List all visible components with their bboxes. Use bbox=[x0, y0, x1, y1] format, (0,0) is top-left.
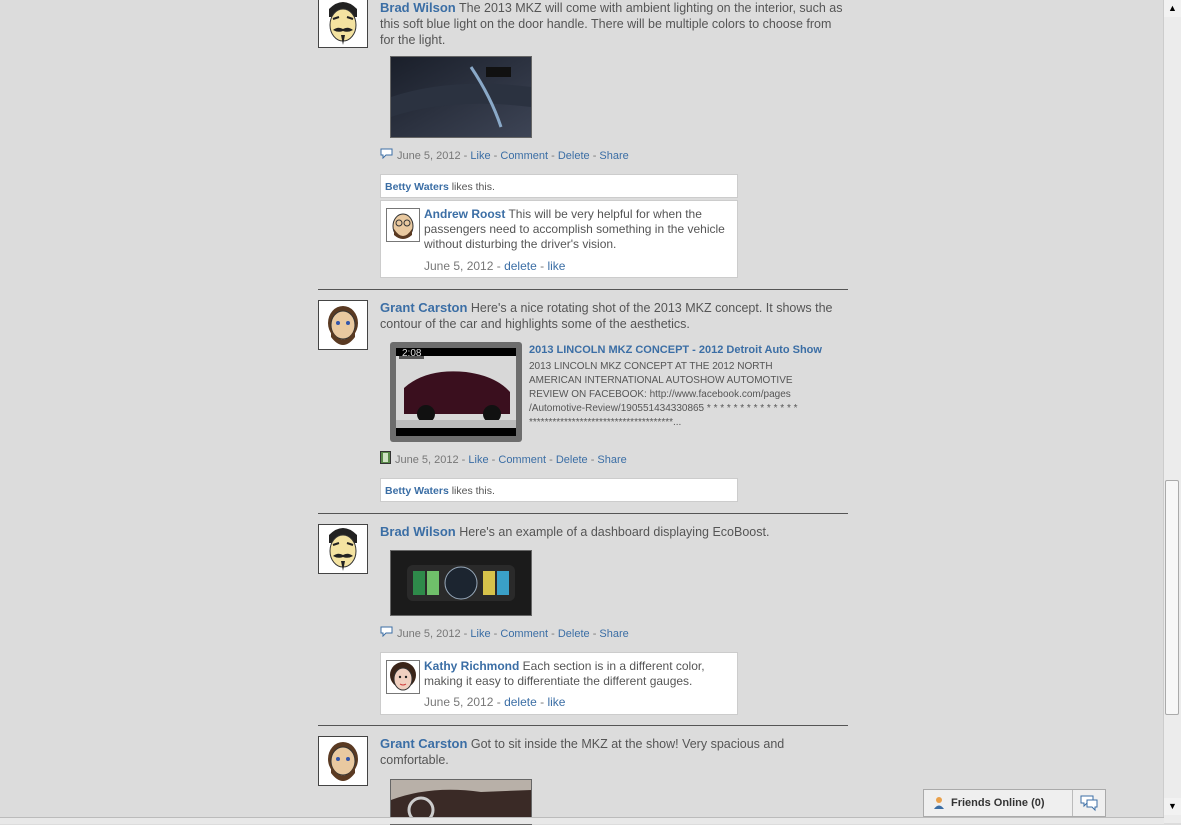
avatar-grant-carston[interactable] bbox=[318, 300, 368, 350]
post-photo-door-handle[interactable] bbox=[390, 56, 532, 138]
comment-author-link[interactable]: Andrew Roost bbox=[424, 207, 505, 221]
post-meta: June 5, 2012 - Like - Comment - Delete -… bbox=[380, 626, 629, 642]
liker-name-link[interactable]: Betty Waters bbox=[385, 181, 449, 193]
comment: Kathy Richmond Each section is in a diff… bbox=[380, 652, 738, 715]
share-link[interactable]: Share bbox=[599, 150, 628, 162]
person-icon bbox=[932, 796, 946, 813]
scroll-up-arrow-icon[interactable]: ▲ bbox=[1164, 0, 1181, 17]
likes-suffix: likes this. bbox=[448, 485, 495, 497]
like-link[interactable]: Like bbox=[470, 628, 490, 640]
avatar-brad-wilson[interactable] bbox=[318, 0, 368, 48]
comment-date: June 5, 2012 bbox=[424, 259, 494, 273]
scrollbar-thumb[interactable] bbox=[1165, 480, 1179, 715]
post-separator bbox=[318, 513, 848, 514]
film-strip-icon bbox=[380, 451, 391, 469]
comment-link[interactable]: Comment bbox=[498, 454, 546, 466]
comment-link[interactable]: Comment bbox=[500, 150, 548, 162]
friends-online-label: Friends Online (0) bbox=[951, 797, 1045, 809]
video-description: 2013 LINCOLN MKZ CONCEPT AT THE 2012 NOR… bbox=[529, 361, 798, 428]
comment-link[interactable]: Comment bbox=[500, 628, 548, 640]
post-meta: June 5, 2012 - Like - Comment - Delete -… bbox=[380, 451, 627, 467]
post-author-link[interactable]: Brad Wilson bbox=[380, 0, 456, 15]
comment: Andrew Roost This will be very helpful f… bbox=[380, 200, 738, 278]
like-link[interactable]: Like bbox=[470, 150, 490, 162]
post-separator bbox=[318, 725, 848, 726]
speech-bubble-icon bbox=[380, 626, 393, 642]
post-author-link[interactable]: Brad Wilson bbox=[380, 524, 456, 539]
comment-delete-link[interactable]: delete bbox=[504, 259, 537, 273]
avatar-andrew-roost[interactable] bbox=[386, 208, 420, 242]
comment-like-link[interactable]: like bbox=[547, 695, 565, 709]
post-date: June 5, 2012 bbox=[397, 150, 461, 162]
post-text: Here's an example of a dashboard display… bbox=[455, 525, 770, 539]
delete-link[interactable]: Delete bbox=[558, 150, 590, 162]
share-link[interactable]: Share bbox=[597, 454, 626, 466]
post-meta: June 5, 2012 - Like - Comment - Delete -… bbox=[380, 148, 629, 164]
scroll-down-arrow-icon[interactable]: ▼ bbox=[1164, 798, 1181, 815]
likes-suffix: likes this. bbox=[448, 181, 495, 193]
post-photo-dashboard[interactable] bbox=[390, 550, 532, 616]
delete-link[interactable]: Delete bbox=[556, 454, 588, 466]
post-date: June 5, 2012 bbox=[395, 453, 459, 466]
speech-bubble-icon bbox=[380, 148, 393, 164]
friends-online-bar[interactable]: Friends Online (0) bbox=[923, 789, 1106, 817]
comment-like-link[interactable]: like bbox=[547, 259, 565, 273]
like-link[interactable]: Like bbox=[468, 454, 488, 466]
share-link[interactable]: Share bbox=[599, 628, 628, 640]
post-date: June 5, 2012 bbox=[397, 628, 461, 640]
comment-delete-link[interactable]: delete bbox=[504, 695, 537, 709]
delete-link[interactable]: Delete bbox=[558, 628, 590, 640]
video-title-link[interactable]: 2013 LINCOLN MKZ CONCEPT - 2012 Detroit … bbox=[529, 344, 822, 356]
avatar-kathy-richmond[interactable] bbox=[386, 660, 420, 694]
avatar-grant-carston[interactable] bbox=[318, 736, 368, 786]
post-author-link[interactable]: Grant Carston bbox=[380, 300, 467, 315]
comment-date: June 5, 2012 bbox=[424, 695, 494, 709]
video-thumbnail[interactable]: 2:08 bbox=[390, 342, 522, 442]
vertical-scrollbar[interactable]: ▲ ▼ bbox=[1163, 0, 1181, 823]
video-duration: 2:08 bbox=[399, 348, 425, 359]
likes-box: Betty Waters likes this. bbox=[380, 174, 738, 198]
post-separator bbox=[318, 289, 848, 290]
avatar-brad-wilson[interactable] bbox=[318, 524, 368, 574]
post-author-link[interactable]: Grant Carston bbox=[380, 736, 467, 751]
comment-author-link[interactable]: Kathy Richmond bbox=[424, 659, 519, 673]
chat-bubbles-icon[interactable] bbox=[1072, 790, 1105, 816]
liker-name-link[interactable]: Betty Waters bbox=[385, 485, 449, 497]
likes-box: Betty Waters likes this. bbox=[380, 478, 738, 502]
